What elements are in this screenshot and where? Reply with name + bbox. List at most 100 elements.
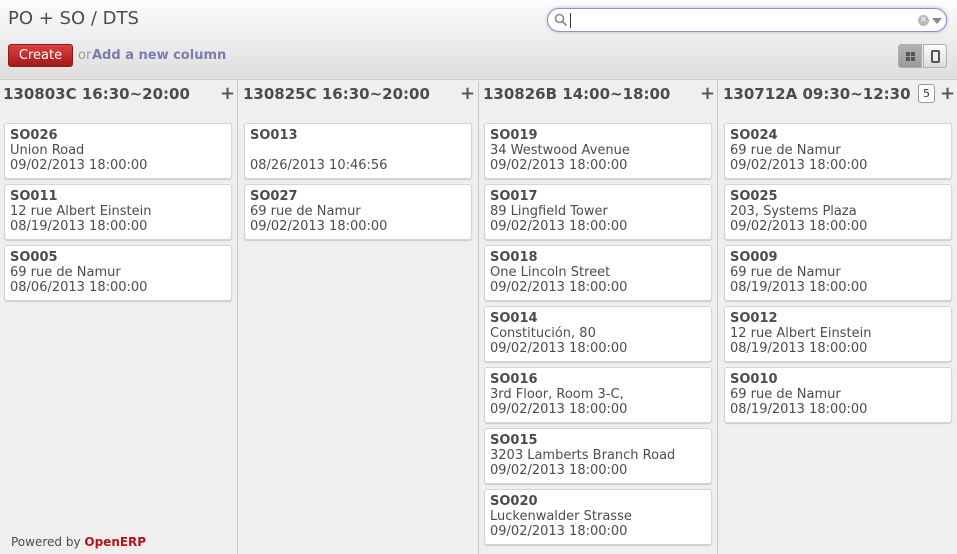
card-ref: SO013 [250, 128, 298, 143]
card-address: Luckenwalder Strasse [490, 509, 632, 524]
column-divider [717, 81, 718, 554]
kanban-card[interactable]: SO010 69 rue de Namur 08/19/2013 18:00:0… [724, 367, 952, 423]
card-ref: SO020 [490, 494, 538, 509]
column-title: 130803C 16:30~20:00 [3, 85, 190, 103]
kanban-column: 130826B 14:00~18:00 + SO019 34 Westwood … [480, 81, 717, 554]
card-ref: SO024 [730, 128, 778, 143]
card-date: 09/02/2013 18:00:00 [730, 158, 868, 173]
kanban-card[interactable]: SO012 12 rue Albert Einstein 08/19/2013 … [724, 306, 952, 362]
card-date: 09/02/2013 18:00:00 [490, 463, 628, 478]
card-address: 69 rue de Namur [730, 387, 841, 402]
page-title: PO + SO / DTS [8, 8, 139, 29]
clear-icon[interactable]: × [918, 15, 929, 26]
card-ref: SO025 [730, 189, 778, 204]
add-column-link[interactable]: Add a new column [92, 48, 226, 63]
card-address: 69 rue de Namur [730, 265, 841, 280]
add-card-button[interactable]: + [940, 83, 955, 104]
card-date: 09/02/2013 18:00:00 [490, 219, 628, 234]
card-date: 09/02/2013 18:00:00 [730, 219, 868, 234]
card-address: 89 Lingfield Tower [490, 204, 608, 219]
column-title: 130825C 16:30~20:00 [243, 85, 430, 103]
card-ref: SO019 [490, 128, 538, 143]
openerp-link[interactable]: OpenERP [84, 535, 146, 549]
card-ref: SO027 [250, 189, 298, 204]
powered-by-label: Powered by [11, 535, 81, 549]
search-box[interactable]: × [547, 8, 947, 32]
add-card-button[interactable]: + [220, 83, 235, 104]
kanban-column: 130803C 16:30~20:00 + SO026 Union Road 0… [0, 81, 237, 554]
kanban-card[interactable]: SO017 89 Lingfield Tower 09/02/2013 18:0… [484, 184, 712, 240]
card-address: 34 Westwood Avenue [490, 143, 630, 158]
card-date: 08/19/2013 18:00:00 [730, 402, 868, 417]
card-address [250, 143, 471, 158]
card-ref: SO016 [490, 372, 538, 387]
kanban-card[interactable]: SO016 3rd Floor, Room 3-C, 09/02/2013 18… [484, 367, 712, 423]
kanban-column: 130712A 09:30~12:30 5 + SO024 69 rue de … [720, 81, 957, 554]
kanban-view-button[interactable] [898, 44, 922, 68]
column-divider [478, 81, 479, 554]
card-date: 09/02/2013 18:00:00 [490, 524, 628, 539]
card-ref: SO026 [10, 128, 58, 143]
kanban-card[interactable]: SO019 34 Westwood Avenue 09/02/2013 18:0… [484, 123, 712, 179]
card-address: One Lincoln Street [490, 265, 611, 280]
search-input[interactable] [572, 11, 912, 29]
kanban-card[interactable]: SO011 12 rue Albert Einstein 08/19/2013 … [4, 184, 232, 240]
card-ref: SO005 [10, 250, 58, 265]
kanban-card[interactable]: SO005 69 rue de Namur 08/06/2013 18:00:0… [4, 245, 232, 301]
card-ref: SO017 [490, 189, 538, 204]
dropdown-icon[interactable] [932, 18, 942, 24]
card-address: 69 rue de Namur [730, 143, 841, 158]
search-icon [554, 13, 568, 27]
kanban-card[interactable]: SO020 Luckenwalder Strasse 09/02/2013 18… [484, 489, 712, 545]
column-title: 130826B 14:00~18:00 [483, 85, 671, 103]
card-date: 08/19/2013 18:00:00 [730, 280, 868, 295]
add-card-button[interactable]: + [460, 83, 475, 104]
card-address: 3rd Floor, Room 3-C, [490, 387, 624, 402]
card-date: 08/26/2013 10:46:56 [250, 158, 388, 173]
kanban-card[interactable]: SO024 69 rue de Namur 09/02/2013 18:00:0… [724, 123, 952, 179]
column-title: 130712A 09:30~12:30 [723, 85, 911, 103]
card-date: 09/02/2013 18:00:00 [490, 280, 628, 295]
card-ref: SO011 [10, 189, 58, 204]
or-label: or [78, 48, 92, 63]
card-address: 12 rue Albert Einstein [730, 326, 872, 341]
kanban-view-icon [906, 52, 915, 61]
kanban-card[interactable]: SO009 69 rue de Namur 08/19/2013 18:00:0… [724, 245, 952, 301]
kanban-column: 130825C 16:30~20:00 + SO013 08/26/2013 1… [240, 81, 478, 554]
kanban-card[interactable]: SO018 One Lincoln Street 09/02/2013 18:0… [484, 245, 712, 301]
kanban-card[interactable]: SO027 69 rue de Namur 09/02/2013 18:00:0… [244, 184, 472, 240]
card-ref: SO018 [490, 250, 538, 265]
card-date: 08/19/2013 18:00:00 [730, 341, 868, 356]
card-address: 3203 Lamberts Branch Road [490, 448, 676, 463]
card-date: 09/02/2013 18:00:00 [490, 402, 628, 417]
card-date: 09/02/2013 18:00:00 [250, 219, 388, 234]
card-address: 203, Systems Plaza [730, 204, 857, 219]
card-address: Constitución, 80 [490, 326, 596, 341]
card-address: 69 rue de Namur [10, 265, 121, 280]
card-ref: SO014 [490, 311, 538, 326]
form-view-icon [931, 50, 940, 63]
kanban-card[interactable]: SO025 203, Systems Plaza 09/02/2013 18:0… [724, 184, 952, 240]
text-cursor [570, 13, 571, 28]
card-date: 09/02/2013 18:00:00 [490, 341, 628, 356]
card-ref: SO015 [490, 433, 538, 448]
card-address: 12 rue Albert Einstein [10, 204, 152, 219]
card-date: 08/06/2013 18:00:00 [10, 280, 148, 295]
column-record-count: 5 [918, 84, 935, 103]
top-bar: PO + SO / DTS × Create or Add a new colu… [0, 0, 957, 80]
kanban-card[interactable]: SO014 Constitución, 80 09/02/2013 18:00:… [484, 306, 712, 362]
kanban-card[interactable]: SO013 08/26/2013 10:46:56 [244, 123, 472, 179]
column-divider [237, 81, 238, 554]
card-ref: SO010 [730, 372, 778, 387]
create-button[interactable]: Create [8, 44, 73, 67]
card-date: 09/02/2013 18:00:00 [490, 158, 628, 173]
card-ref: SO009 [730, 250, 778, 265]
card-ref: SO012 [730, 311, 778, 326]
card-date: 09/02/2013 18:00:00 [10, 158, 148, 173]
card-address: 69 rue de Namur [250, 204, 361, 219]
form-view-button[interactable] [923, 44, 947, 68]
kanban-card[interactable]: SO015 3203 Lamberts Branch Road 09/02/20… [484, 428, 712, 484]
add-card-button[interactable]: + [700, 83, 715, 104]
powered-by: Powered by OpenERP [11, 535, 146, 549]
kanban-card[interactable]: SO026 Union Road 09/02/2013 18:00:00 [4, 123, 232, 179]
